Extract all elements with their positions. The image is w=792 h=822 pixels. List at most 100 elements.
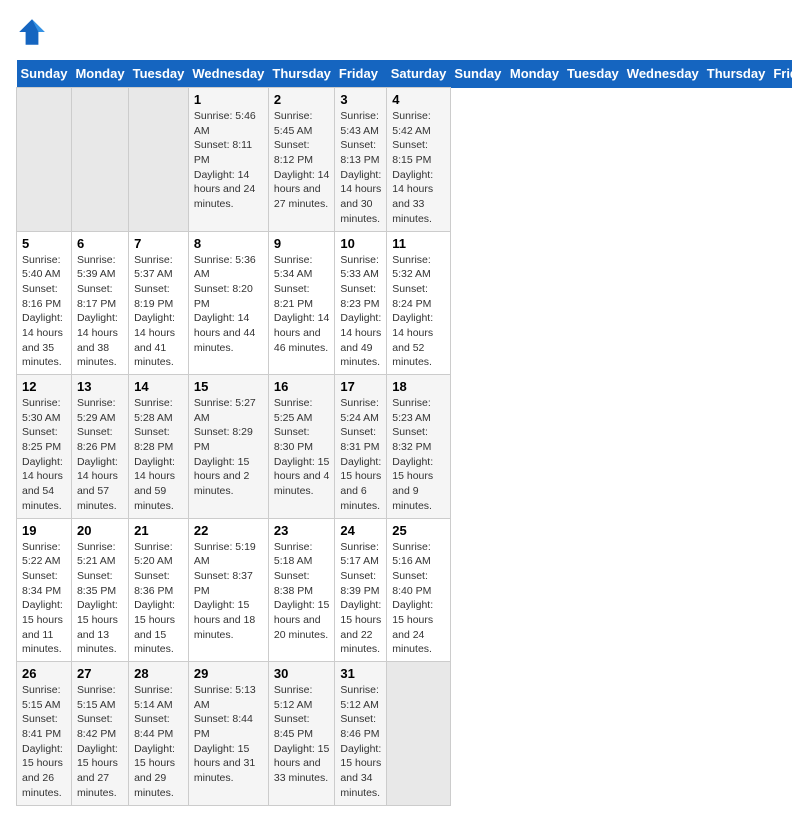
day-number: 31 xyxy=(340,666,381,681)
calendar-cell: 17 Sunrise: 5:24 AMSunset: 8:31 PMDaylig… xyxy=(335,375,387,519)
cell-info: Sunrise: 5:42 AMSunset: 8:15 PMDaylight:… xyxy=(392,110,433,225)
cell-info: Sunrise: 5:46 AMSunset: 8:11 PMDaylight:… xyxy=(194,110,256,210)
day-number: 10 xyxy=(340,236,381,251)
day-number: 13 xyxy=(77,379,123,394)
calendar-cell: 13 Sunrise: 5:29 AMSunset: 8:26 PMDaylig… xyxy=(71,375,128,519)
day-number: 9 xyxy=(274,236,330,251)
calendar-cell: 4 Sunrise: 5:42 AMSunset: 8:15 PMDayligh… xyxy=(387,88,451,232)
calendar-cell: 14 Sunrise: 5:28 AMSunset: 8:28 PMDaylig… xyxy=(129,375,189,519)
calendar-cell: 7 Sunrise: 5:37 AMSunset: 8:19 PMDayligh… xyxy=(129,231,189,375)
cell-info: Sunrise: 5:16 AMSunset: 8:40 PMDaylight:… xyxy=(392,541,433,656)
calendar-cell: 19 Sunrise: 5:22 AMSunset: 8:34 PMDaylig… xyxy=(17,518,72,662)
day-number: 14 xyxy=(134,379,183,394)
cell-info: Sunrise: 5:12 AMSunset: 8:45 PMDaylight:… xyxy=(274,684,329,784)
cell-info: Sunrise: 5:17 AMSunset: 8:39 PMDaylight:… xyxy=(340,541,381,656)
page-header xyxy=(16,16,776,48)
cell-info: Sunrise: 5:37 AMSunset: 8:19 PMDaylight:… xyxy=(134,254,175,369)
day-number: 8 xyxy=(194,236,263,251)
calendar-cell: 27 Sunrise: 5:15 AMSunset: 8:42 PMDaylig… xyxy=(71,662,128,806)
day-header-thursday: Thursday xyxy=(268,60,335,88)
cell-info: Sunrise: 5:29 AMSunset: 8:26 PMDaylight:… xyxy=(77,397,118,512)
day-number: 28 xyxy=(134,666,183,681)
cell-info: Sunrise: 5:12 AMSunset: 8:46 PMDaylight:… xyxy=(340,684,381,799)
calendar-cell: 16 Sunrise: 5:25 AMSunset: 8:30 PMDaylig… xyxy=(268,375,335,519)
day-header-monday: Monday xyxy=(71,60,128,88)
calendar-cell: 29 Sunrise: 5:13 AMSunset: 8:44 PMDaylig… xyxy=(188,662,268,806)
calendar-cell: 18 Sunrise: 5:23 AMSunset: 8:32 PMDaylig… xyxy=(387,375,451,519)
cell-info: Sunrise: 5:40 AMSunset: 8:16 PMDaylight:… xyxy=(22,254,63,369)
calendar-cell xyxy=(71,88,128,232)
calendar-cell: 21 Sunrise: 5:20 AMSunset: 8:36 PMDaylig… xyxy=(129,518,189,662)
day-header-sunday: Sunday xyxy=(450,60,505,88)
calendar-cell xyxy=(387,662,451,806)
calendar-cell: 22 Sunrise: 5:19 AMSunset: 8:37 PMDaylig… xyxy=(188,518,268,662)
cell-info: Sunrise: 5:33 AMSunset: 8:23 PMDaylight:… xyxy=(340,254,381,369)
calendar-cell: 26 Sunrise: 5:15 AMSunset: 8:41 PMDaylig… xyxy=(17,662,72,806)
calendar-week-row: 12 Sunrise: 5:30 AMSunset: 8:25 PMDaylig… xyxy=(17,375,792,519)
cell-info: Sunrise: 5:39 AMSunset: 8:17 PMDaylight:… xyxy=(77,254,118,369)
day-number: 27 xyxy=(77,666,123,681)
calendar-cell: 5 Sunrise: 5:40 AMSunset: 8:16 PMDayligh… xyxy=(17,231,72,375)
day-number: 22 xyxy=(194,523,263,538)
day-header-tuesday: Tuesday xyxy=(129,60,189,88)
day-number: 4 xyxy=(392,92,445,107)
cell-info: Sunrise: 5:45 AMSunset: 8:12 PMDaylight:… xyxy=(274,110,329,210)
logo-icon xyxy=(16,16,48,48)
cell-info: Sunrise: 5:13 AMSunset: 8:44 PMDaylight:… xyxy=(194,684,256,784)
cell-info: Sunrise: 5:19 AMSunset: 8:37 PMDaylight:… xyxy=(194,541,256,641)
calendar-cell: 30 Sunrise: 5:12 AMSunset: 8:45 PMDaylig… xyxy=(268,662,335,806)
calendar-cell: 12 Sunrise: 5:30 AMSunset: 8:25 PMDaylig… xyxy=(17,375,72,519)
calendar-cell: 24 Sunrise: 5:17 AMSunset: 8:39 PMDaylig… xyxy=(335,518,387,662)
calendar-cell xyxy=(17,88,72,232)
day-number: 5 xyxy=(22,236,66,251)
cell-info: Sunrise: 5:34 AMSunset: 8:21 PMDaylight:… xyxy=(274,254,329,354)
cell-info: Sunrise: 5:24 AMSunset: 8:31 PMDaylight:… xyxy=(340,397,381,512)
calendar-cell: 31 Sunrise: 5:12 AMSunset: 8:46 PMDaylig… xyxy=(335,662,387,806)
calendar-cell xyxy=(129,88,189,232)
calendar-cell: 28 Sunrise: 5:14 AMSunset: 8:44 PMDaylig… xyxy=(129,662,189,806)
day-header-wednesday: Wednesday xyxy=(188,60,268,88)
cell-info: Sunrise: 5:18 AMSunset: 8:38 PMDaylight:… xyxy=(274,541,329,641)
day-number: 2 xyxy=(274,92,330,107)
day-number: 15 xyxy=(194,379,263,394)
day-number: 11 xyxy=(392,236,445,251)
calendar-cell: 15 Sunrise: 5:27 AMSunset: 8:29 PMDaylig… xyxy=(188,375,268,519)
cell-info: Sunrise: 5:28 AMSunset: 8:28 PMDaylight:… xyxy=(134,397,175,512)
cell-info: Sunrise: 5:21 AMSunset: 8:35 PMDaylight:… xyxy=(77,541,118,656)
day-header-sunday: Sunday xyxy=(17,60,72,88)
calendar-week-row: 19 Sunrise: 5:22 AMSunset: 8:34 PMDaylig… xyxy=(17,518,792,662)
cell-info: Sunrise: 5:36 AMSunset: 8:20 PMDaylight:… xyxy=(194,254,256,354)
day-number: 20 xyxy=(77,523,123,538)
day-number: 16 xyxy=(274,379,330,394)
cell-info: Sunrise: 5:15 AMSunset: 8:42 PMDaylight:… xyxy=(77,684,118,799)
calendar-cell: 23 Sunrise: 5:18 AMSunset: 8:38 PMDaylig… xyxy=(268,518,335,662)
calendar-header-row: SundayMondayTuesdayWednesdayThursdayFrid… xyxy=(17,60,792,88)
day-number: 12 xyxy=(22,379,66,394)
cell-info: Sunrise: 5:20 AMSunset: 8:36 PMDaylight:… xyxy=(134,541,175,656)
calendar-cell: 1 Sunrise: 5:46 AMSunset: 8:11 PMDayligh… xyxy=(188,88,268,232)
day-number: 6 xyxy=(77,236,123,251)
logo xyxy=(16,16,52,48)
cell-info: Sunrise: 5:14 AMSunset: 8:44 PMDaylight:… xyxy=(134,684,175,799)
day-number: 18 xyxy=(392,379,445,394)
day-number: 24 xyxy=(340,523,381,538)
day-number: 25 xyxy=(392,523,445,538)
day-number: 29 xyxy=(194,666,263,681)
day-header-monday: Monday xyxy=(506,60,563,88)
calendar-week-row: 1 Sunrise: 5:46 AMSunset: 8:11 PMDayligh… xyxy=(17,88,792,232)
cell-info: Sunrise: 5:27 AMSunset: 8:29 PMDaylight:… xyxy=(194,397,256,497)
cell-info: Sunrise: 5:25 AMSunset: 8:30 PMDaylight:… xyxy=(274,397,329,497)
calendar-cell: 3 Sunrise: 5:43 AMSunset: 8:13 PMDayligh… xyxy=(335,88,387,232)
day-header-thursday: Thursday xyxy=(703,60,770,88)
calendar-cell: 2 Sunrise: 5:45 AMSunset: 8:12 PMDayligh… xyxy=(268,88,335,232)
day-number: 3 xyxy=(340,92,381,107)
calendar-week-row: 26 Sunrise: 5:15 AMSunset: 8:41 PMDaylig… xyxy=(17,662,792,806)
cell-info: Sunrise: 5:23 AMSunset: 8:32 PMDaylight:… xyxy=(392,397,433,512)
day-header-wednesday: Wednesday xyxy=(623,60,703,88)
day-number: 17 xyxy=(340,379,381,394)
calendar-cell: 8 Sunrise: 5:36 AMSunset: 8:20 PMDayligh… xyxy=(188,231,268,375)
calendar-cell: 11 Sunrise: 5:32 AMSunset: 8:24 PMDaylig… xyxy=(387,231,451,375)
calendar-cell: 10 Sunrise: 5:33 AMSunset: 8:23 PMDaylig… xyxy=(335,231,387,375)
day-header-friday: Friday xyxy=(769,60,792,88)
cell-info: Sunrise: 5:22 AMSunset: 8:34 PMDaylight:… xyxy=(22,541,63,656)
